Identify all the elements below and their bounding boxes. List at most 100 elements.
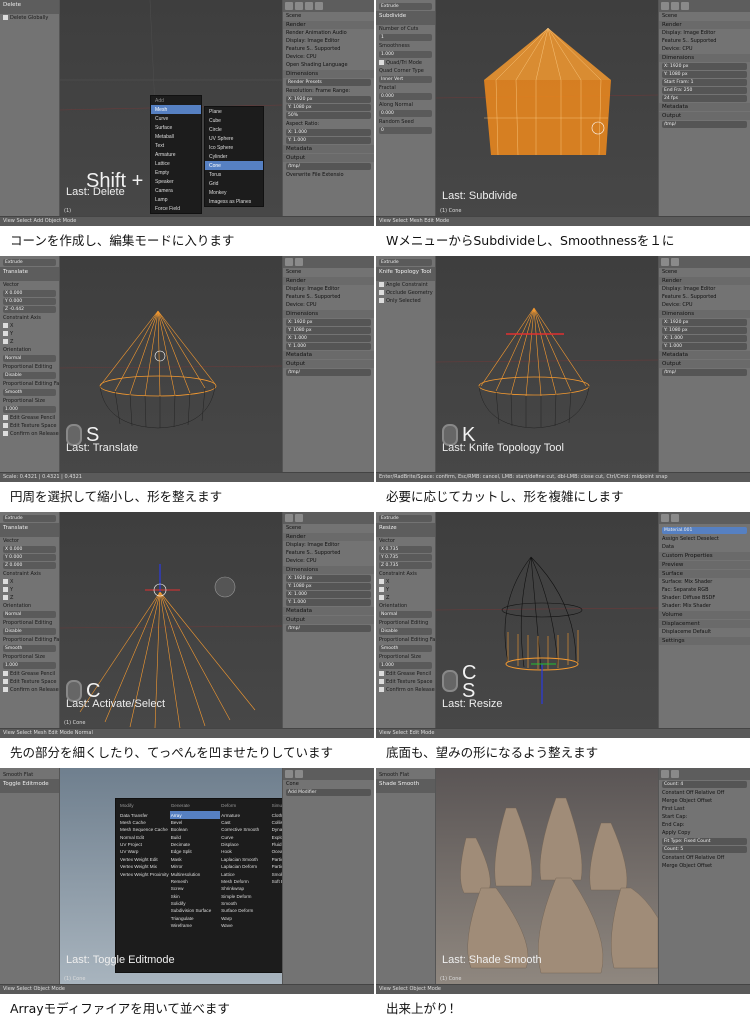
constraint-x[interactable]: X xyxy=(0,578,59,586)
proportional-size-field[interactable]: 1.000 xyxy=(379,662,432,669)
device-select[interactable]: CPU xyxy=(306,54,316,60)
aspect-y[interactable]: Y: 1.000 xyxy=(286,137,371,144)
settings-section[interactable]: Settings xyxy=(659,637,750,645)
metadata-section[interactable]: Metadata xyxy=(659,103,750,111)
modifier-item[interactable]: Bevel xyxy=(170,819,220,826)
modifier-item[interactable]: Decimate xyxy=(170,841,220,848)
modifier-item[interactable]: Warp xyxy=(220,915,270,922)
texture-space-option[interactable]: Edit Texture Space xyxy=(0,422,59,430)
resolution-x[interactable]: X: 1920 px xyxy=(286,319,371,326)
modifier-item[interactable]: Lattice xyxy=(220,870,270,877)
constraint-z[interactable]: Z xyxy=(0,338,59,346)
render-tab-icon[interactable] xyxy=(661,2,669,10)
mode-select[interactable]: Object Mode xyxy=(45,218,77,224)
frame-start[interactable]: Start Fram: 1 xyxy=(662,79,747,86)
modifier-item[interactable]: Mesh Deform xyxy=(220,878,270,885)
select-menu[interactable]: Select xyxy=(392,730,407,736)
menu-item-force-field[interactable]: Force Field xyxy=(151,204,201,213)
output-section[interactable]: Output xyxy=(283,360,374,368)
render-section[interactable]: Render xyxy=(659,277,750,285)
constraint-x[interactable]: X xyxy=(0,322,59,330)
menu-item-mesh[interactable]: Mesh xyxy=(151,105,201,114)
resolution-x[interactable]: X: 1920 px xyxy=(286,96,371,103)
select-menu[interactable]: Select xyxy=(16,730,31,736)
orientation-select[interactable]: Normal xyxy=(75,730,93,736)
menu-item-empty[interactable]: Empty xyxy=(151,168,201,177)
vector-x[interactable]: X 0.735 xyxy=(379,546,432,553)
display-select[interactable]: Image Editor xyxy=(307,38,339,44)
along-normal-field[interactable]: 0.000 xyxy=(379,110,432,117)
submenu-item-images-as-planes[interactable]: Imagess as Planes xyxy=(205,197,263,206)
slot-buttons[interactable]: Assign Select Deselect xyxy=(659,535,750,543)
properties-tabs[interactable] xyxy=(659,256,750,268)
view-menu[interactable]: View xyxy=(379,218,391,224)
data-button[interactable]: Data xyxy=(659,543,750,551)
menu-item-curve[interactable]: Curve xyxy=(151,114,201,123)
modifier-item[interactable]: Mirror xyxy=(170,863,220,870)
output-section[interactable]: Output xyxy=(283,616,374,624)
quad-corner-select[interactable]: Inner Vert xyxy=(379,76,432,83)
output-path[interactable]: /tmp/ xyxy=(286,163,371,170)
add-menu[interactable]: Add Mesh Curve Surface Metaball Text Arm… xyxy=(150,95,202,214)
resolution-x[interactable]: X: 1920 px xyxy=(286,575,371,582)
modifier-item[interactable]: Corrective Smooth xyxy=(220,826,270,833)
vector-x[interactable]: X 0.000 xyxy=(3,290,56,297)
checkbox[interactable] xyxy=(3,423,8,428)
scene-tab-icon[interactable] xyxy=(295,514,303,522)
confirm-release-option[interactable]: Confirm on Release xyxy=(376,686,435,694)
menu-item-lamp[interactable]: Lamp xyxy=(151,195,201,204)
mode-select[interactable]: Object Mode xyxy=(410,986,442,992)
feature-select[interactable]: Supported xyxy=(314,46,340,52)
submenu-item-cube[interactable]: Cube xyxy=(205,116,263,125)
quad-tri-option[interactable]: Quad/Tri Mode xyxy=(376,59,435,67)
menu-item-metaball[interactable]: Metaball xyxy=(151,132,201,141)
dimensions-section[interactable]: Dimensions xyxy=(283,310,374,318)
output-section[interactable]: Output xyxy=(283,154,374,162)
checkbox[interactable] xyxy=(379,290,384,295)
modifier-item[interactable]: UV Warp xyxy=(119,848,170,855)
menu-item-lattice[interactable]: Lattice xyxy=(151,159,201,168)
modifier-item[interactable]: Laplacian Deform xyxy=(220,863,270,870)
render-tab-icon[interactable] xyxy=(285,258,293,266)
checkbox[interactable] xyxy=(3,339,8,344)
fit-type-select[interactable]: Fit Type: Fixed Count xyxy=(662,838,747,845)
modifier-item-array[interactable]: Array xyxy=(169,811,221,819)
submenu-item-plane[interactable]: Plane xyxy=(205,107,263,116)
merge-options[interactable]: Merge Object Offset xyxy=(659,797,750,805)
mesh-menu[interactable]: Mesh xyxy=(34,730,47,736)
modifier-item[interactable]: Wave xyxy=(220,922,270,929)
world-tab-icon[interactable] xyxy=(681,2,689,10)
falloff-select[interactable]: Smooth xyxy=(3,389,56,396)
checkbox[interactable] xyxy=(3,431,8,436)
orientation-select[interactable]: Normal xyxy=(3,355,56,362)
scene-tab-icon[interactable] xyxy=(671,2,679,10)
checkbox[interactable] xyxy=(3,415,8,420)
extrude-select[interactable]: Extrude xyxy=(379,3,432,10)
render-tab-icon[interactable] xyxy=(285,770,293,778)
proportional-select[interactable]: Disable xyxy=(3,628,56,635)
cuts-field[interactable]: 1 xyxy=(379,34,432,41)
checkbox[interactable] xyxy=(379,595,384,600)
mode-select[interactable]: Edit Mode xyxy=(410,730,435,736)
modifier-item[interactable]: Remesh xyxy=(170,878,220,885)
output-path[interactable]: /tmp/ xyxy=(662,121,747,128)
modifier-item[interactable]: Mask xyxy=(170,856,220,863)
constraint-x[interactable]: X xyxy=(376,578,435,586)
vector-y[interactable]: Y 0.735 xyxy=(379,554,432,561)
constraint-z[interactable]: Z xyxy=(0,594,59,602)
metadata-section[interactable]: Metadata xyxy=(283,145,374,153)
checkbox[interactable] xyxy=(379,671,384,676)
apply-copy-buttons[interactable]: Apply Copy xyxy=(659,829,750,837)
metadata-section[interactable]: Metadata xyxy=(283,351,374,359)
falloff-select[interactable]: Smooth xyxy=(379,645,432,652)
resolution-x[interactable]: X: 1920 px xyxy=(662,63,747,70)
properties-tabs[interactable] xyxy=(283,768,374,780)
modifier-item[interactable]: Shrinkwrap xyxy=(220,885,270,892)
aspect-y[interactable]: Y: 1.000 xyxy=(286,599,371,606)
modifier-item[interactable]: Normal Edit xyxy=(119,834,170,841)
occlude-geometry-option[interactable]: Occlude Geometry xyxy=(376,289,435,297)
scene-tab-icon[interactable] xyxy=(295,258,303,266)
modifier-item[interactable]: Cast xyxy=(220,819,270,826)
world-tab-icon[interactable] xyxy=(305,2,313,10)
orientation-select[interactable]: Normal xyxy=(3,611,56,618)
